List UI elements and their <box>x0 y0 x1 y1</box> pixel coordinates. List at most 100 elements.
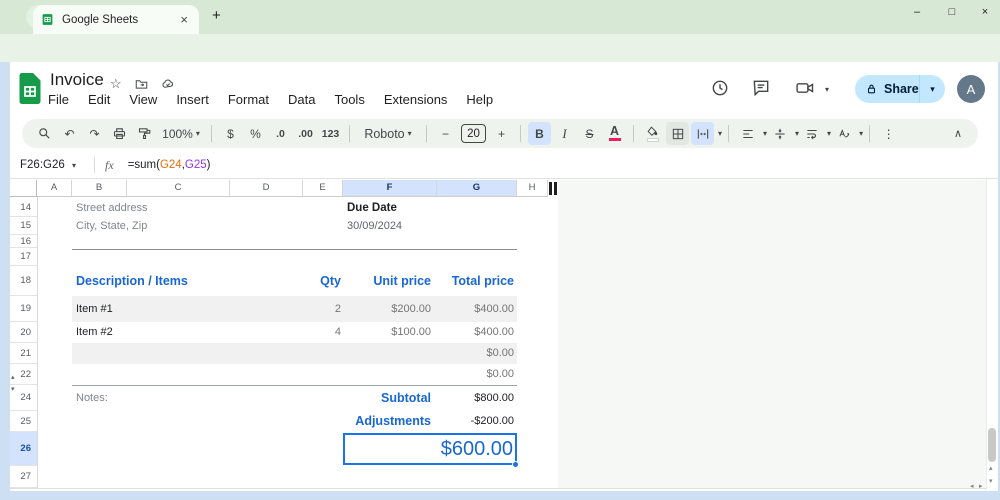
bold-button[interactable]: B <box>528 122 551 145</box>
cell-blank2-total[interactable]: $0.00 <box>437 364 514 385</box>
formula-input[interactable]: =sum(G24,G25) <box>128 159 211 171</box>
zoom-select[interactable]: 100% ▾ <box>158 122 204 145</box>
increase-font-size-button[interactable]: + <box>490 122 513 145</box>
scroll-right-icon[interactable]: ▸ <box>979 482 983 490</box>
hidden-columns-bar-icon[interactable] <box>549 182 552 195</box>
column-header-d[interactable]: D <box>230 180 303 197</box>
paint-format-icon[interactable] <box>133 122 156 145</box>
format-currency-button[interactable]: $ <box>219 122 242 145</box>
scroll-down-icon[interactable]: ▾ <box>989 477 993 485</box>
row-header-15[interactable]: 15 <box>10 217 37 235</box>
cell-item1-total[interactable]: $400.00 <box>437 296 514 322</box>
row-header-21[interactable]: 21 <box>10 343 37 364</box>
meet-camera-icon[interactable] <box>794 78 816 98</box>
column-header-a[interactable]: A <box>37 180 72 197</box>
cell-notes-label[interactable]: Notes: <box>76 385 108 411</box>
cell-qty-header[interactable]: Qty <box>303 266 341 296</box>
more-formats-button[interactable]: 123 <box>319 122 342 145</box>
text-wrap-caret-icon[interactable]: ▾ <box>827 129 831 138</box>
row-header-16[interactable]: 16 <box>10 235 37 248</box>
window-maximize-button[interactable]: □ <box>941 6 963 18</box>
document-title[interactable]: Invoice <box>50 70 104 90</box>
scroll-left-icon[interactable]: ◂ <box>970 482 974 490</box>
name-box[interactable]: F26:G26 <box>20 159 72 171</box>
cell-total-price-header[interactable]: Total price <box>437 266 514 296</box>
cell-grand-total[interactable]: $600.00 <box>343 434 513 464</box>
decrease-font-size-button[interactable]: − <box>434 122 457 145</box>
menu-help[interactable]: Help <box>466 92 493 107</box>
menu-format[interactable]: Format <box>228 92 269 107</box>
row-header-26[interactable]: 26 <box>10 432 37 466</box>
print-icon[interactable] <box>108 122 131 145</box>
menu-insert[interactable]: Insert <box>176 92 209 107</box>
account-avatar[interactable]: A <box>957 75 985 103</box>
cell-unit-price-header[interactable]: Unit price <box>343 266 431 296</box>
row-header-14[interactable]: 14 <box>10 199 37 217</box>
comments-icon[interactable] <box>751 78 771 98</box>
browser-tab[interactable]: Google Sheets × <box>33 5 199 34</box>
window-minimize-button[interactable]: – <box>906 6 928 18</box>
sheets-logo-icon[interactable] <box>18 72 42 105</box>
version-history-icon[interactable] <box>710 78 730 98</box>
merge-cells-icon[interactable] <box>691 122 714 145</box>
menu-edit[interactable]: Edit <box>88 92 110 107</box>
font-select[interactable]: Roboto ▾ <box>357 122 419 145</box>
cell-subtotal-value[interactable]: $800.00 <box>437 385 514 411</box>
unhide-row-up-icon[interactable]: ▴ <box>11 374 15 381</box>
name-box-caret-icon[interactable]: ▾ <box>72 161 76 170</box>
borders-icon[interactable] <box>666 122 689 145</box>
search-menus-icon[interactable] <box>33 122 56 145</box>
row-header-19[interactable]: 19 <box>10 296 37 322</box>
cell-description-header[interactable]: Description / Items <box>76 266 188 296</box>
column-header-e[interactable]: E <box>303 180 343 197</box>
cell-item1-unit[interactable]: $200.00 <box>343 296 431 322</box>
menu-tools[interactable]: Tools <box>334 92 364 107</box>
new-tab-button[interactable]: + <box>212 7 221 24</box>
cell-item2-total[interactable]: $400.00 <box>437 322 514 343</box>
increase-decimal-button[interactable]: .00 <box>294 122 317 145</box>
hidden-columns-bar-icon[interactable] <box>554 182 557 195</box>
cell-adjustments-value[interactable]: -$200.00 <box>437 411 514 432</box>
text-wrap-icon[interactable] <box>800 122 823 145</box>
text-rotation-caret-icon[interactable]: ▾ <box>859 129 863 138</box>
vertical-scrollbar-thumb[interactable] <box>988 428 996 462</box>
menu-extensions[interactable]: Extensions <box>384 92 448 107</box>
undo-icon[interactable]: ↶ <box>58 122 81 145</box>
cell-street-address[interactable]: Street address <box>76 199 148 217</box>
star-document-icon[interactable]: ☆ <box>110 76 122 92</box>
more-toolbar-icon[interactable]: ⋮ <box>877 122 900 145</box>
row-header-17[interactable]: 17 <box>10 248 37 266</box>
horizontal-align-icon[interactable] <box>736 122 759 145</box>
menu-view[interactable]: View <box>129 92 157 107</box>
menu-data[interactable]: Data <box>288 92 315 107</box>
cell-due-date-value[interactable]: 30/09/2024 <box>347 217 402 235</box>
hide-menus-icon[interactable]: ∧ <box>954 119 962 148</box>
decrease-decimal-button[interactable]: .0 <box>269 122 292 145</box>
column-header-c[interactable]: C <box>127 180 230 197</box>
row-header-20[interactable]: 20 <box>10 322 37 343</box>
column-header-b[interactable]: B <box>72 180 127 197</box>
row-header-25[interactable]: 25 <box>10 411 37 432</box>
cell-item2-qty[interactable]: 4 <box>303 322 341 343</box>
cell-city-state-zip[interactable]: City, State, Zip <box>76 217 147 235</box>
column-header-f[interactable]: F <box>343 180 437 197</box>
column-header-h[interactable]: H <box>517 180 548 197</box>
font-size-input[interactable]: 20 <box>461 124 486 143</box>
column-header-g[interactable]: G <box>437 180 517 197</box>
select-all-corner[interactable] <box>10 180 37 197</box>
menu-file[interactable]: File <box>48 92 69 107</box>
vertical-align-caret-icon[interactable]: ▾ <box>795 129 799 138</box>
redo-icon[interactable]: ↷ <box>83 122 106 145</box>
text-rotation-icon[interactable] <box>832 122 855 145</box>
unhide-row-down-icon[interactable]: ▾ <box>11 386 15 393</box>
scroll-up-icon[interactable]: ▴ <box>989 464 993 472</box>
strikethrough-button[interactable]: S <box>578 122 601 145</box>
tab-close-icon[interactable]: × <box>177 12 191 27</box>
move-to-folder-icon[interactable] <box>134 77 149 91</box>
cell-item2-unit[interactable]: $100.00 <box>343 322 431 343</box>
cell-due-date-label[interactable]: Due Date <box>347 199 397 217</box>
fill-color-icon[interactable] <box>641 122 664 145</box>
window-close-button[interactable]: × <box>974 6 996 18</box>
cell-item1-name[interactable]: Item #1 <box>76 296 113 322</box>
format-percent-button[interactable]: % <box>244 122 267 145</box>
